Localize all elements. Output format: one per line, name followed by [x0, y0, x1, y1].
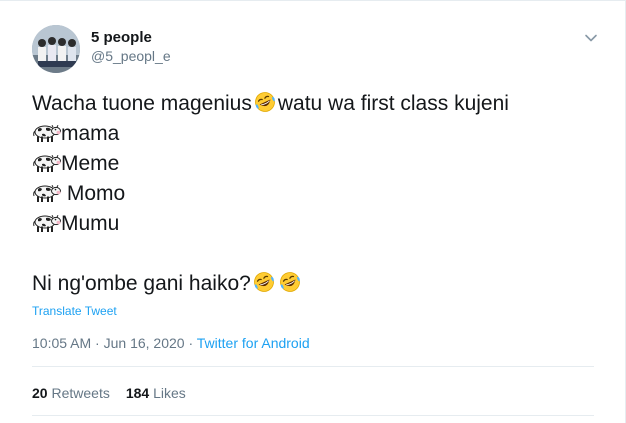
option-item: Momo [32, 179, 592, 209]
divider [32, 366, 594, 367]
tweet-meta: 10:05 AM · Jun 16, 2020 · Twitter for An… [32, 335, 310, 351]
cow-emoji-icon [32, 152, 61, 174]
meta-separator: · [184, 335, 197, 351]
option-label: mama [61, 122, 120, 145]
translate-tweet-link[interactable]: Translate Tweet [32, 304, 117, 318]
tweet-text-part: watu wa first class kujeni [277, 92, 509, 115]
author-display-name[interactable]: 5 people [91, 29, 152, 46]
meta-separator: · [91, 335, 104, 351]
avatar-image [32, 25, 80, 73]
tweet-source-link[interactable]: Twitter for Android [197, 335, 310, 351]
cow-emoji-icon [32, 182, 61, 204]
divider [32, 415, 594, 416]
tweet-text: Wacha tuone magenius watu wa first class … [32, 89, 592, 299]
likes-count: 184 [125, 385, 150, 401]
likes-stat[interactable]: 184 Likes [126, 385, 186, 401]
author-handle[interactable]: @5_peopl_e [91, 48, 171, 64]
tweet-question: Ni ng'ombe gani haiko? [32, 272, 251, 295]
tweet-date[interactable]: Jun 16, 2020 [104, 335, 185, 351]
option-item: Meme [32, 149, 592, 179]
tweet-card: 5 people @5_peopl_e Wacha tuone magenius… [0, 0, 626, 423]
retweets-count: 20 [32, 385, 48, 401]
rofl-emoji-icon [252, 271, 276, 293]
option-label: Momo [61, 182, 126, 205]
retweets-label: Retweets [51, 385, 110, 401]
rofl-emoji-icon [278, 271, 302, 293]
cow-emoji-icon [32, 122, 61, 144]
option-item: Mumu [32, 209, 592, 239]
tweet-time[interactable]: 10:05 AM [32, 335, 91, 351]
rofl-emoji-icon [253, 91, 277, 113]
chevron-down-icon[interactable] [582, 29, 600, 47]
cow-emoji-icon [32, 212, 61, 234]
option-label: Mumu [61, 212, 120, 235]
tweet-text-part: Wacha tuone magenius [32, 92, 252, 115]
tweet-stats: 20 Retweets 184 Likes [32, 385, 186, 401]
avatar[interactable] [32, 25, 80, 73]
tweet-line-1: Wacha tuone magenius watu wa first class … [32, 89, 592, 119]
option-item: mama [32, 119, 592, 149]
tweet-question-line: Ni ng'ombe gani haiko? [32, 269, 592, 299]
retweets-stat[interactable]: 20 Retweets [32, 385, 110, 401]
likes-label: Likes [153, 385, 186, 401]
option-label: Meme [61, 152, 120, 175]
